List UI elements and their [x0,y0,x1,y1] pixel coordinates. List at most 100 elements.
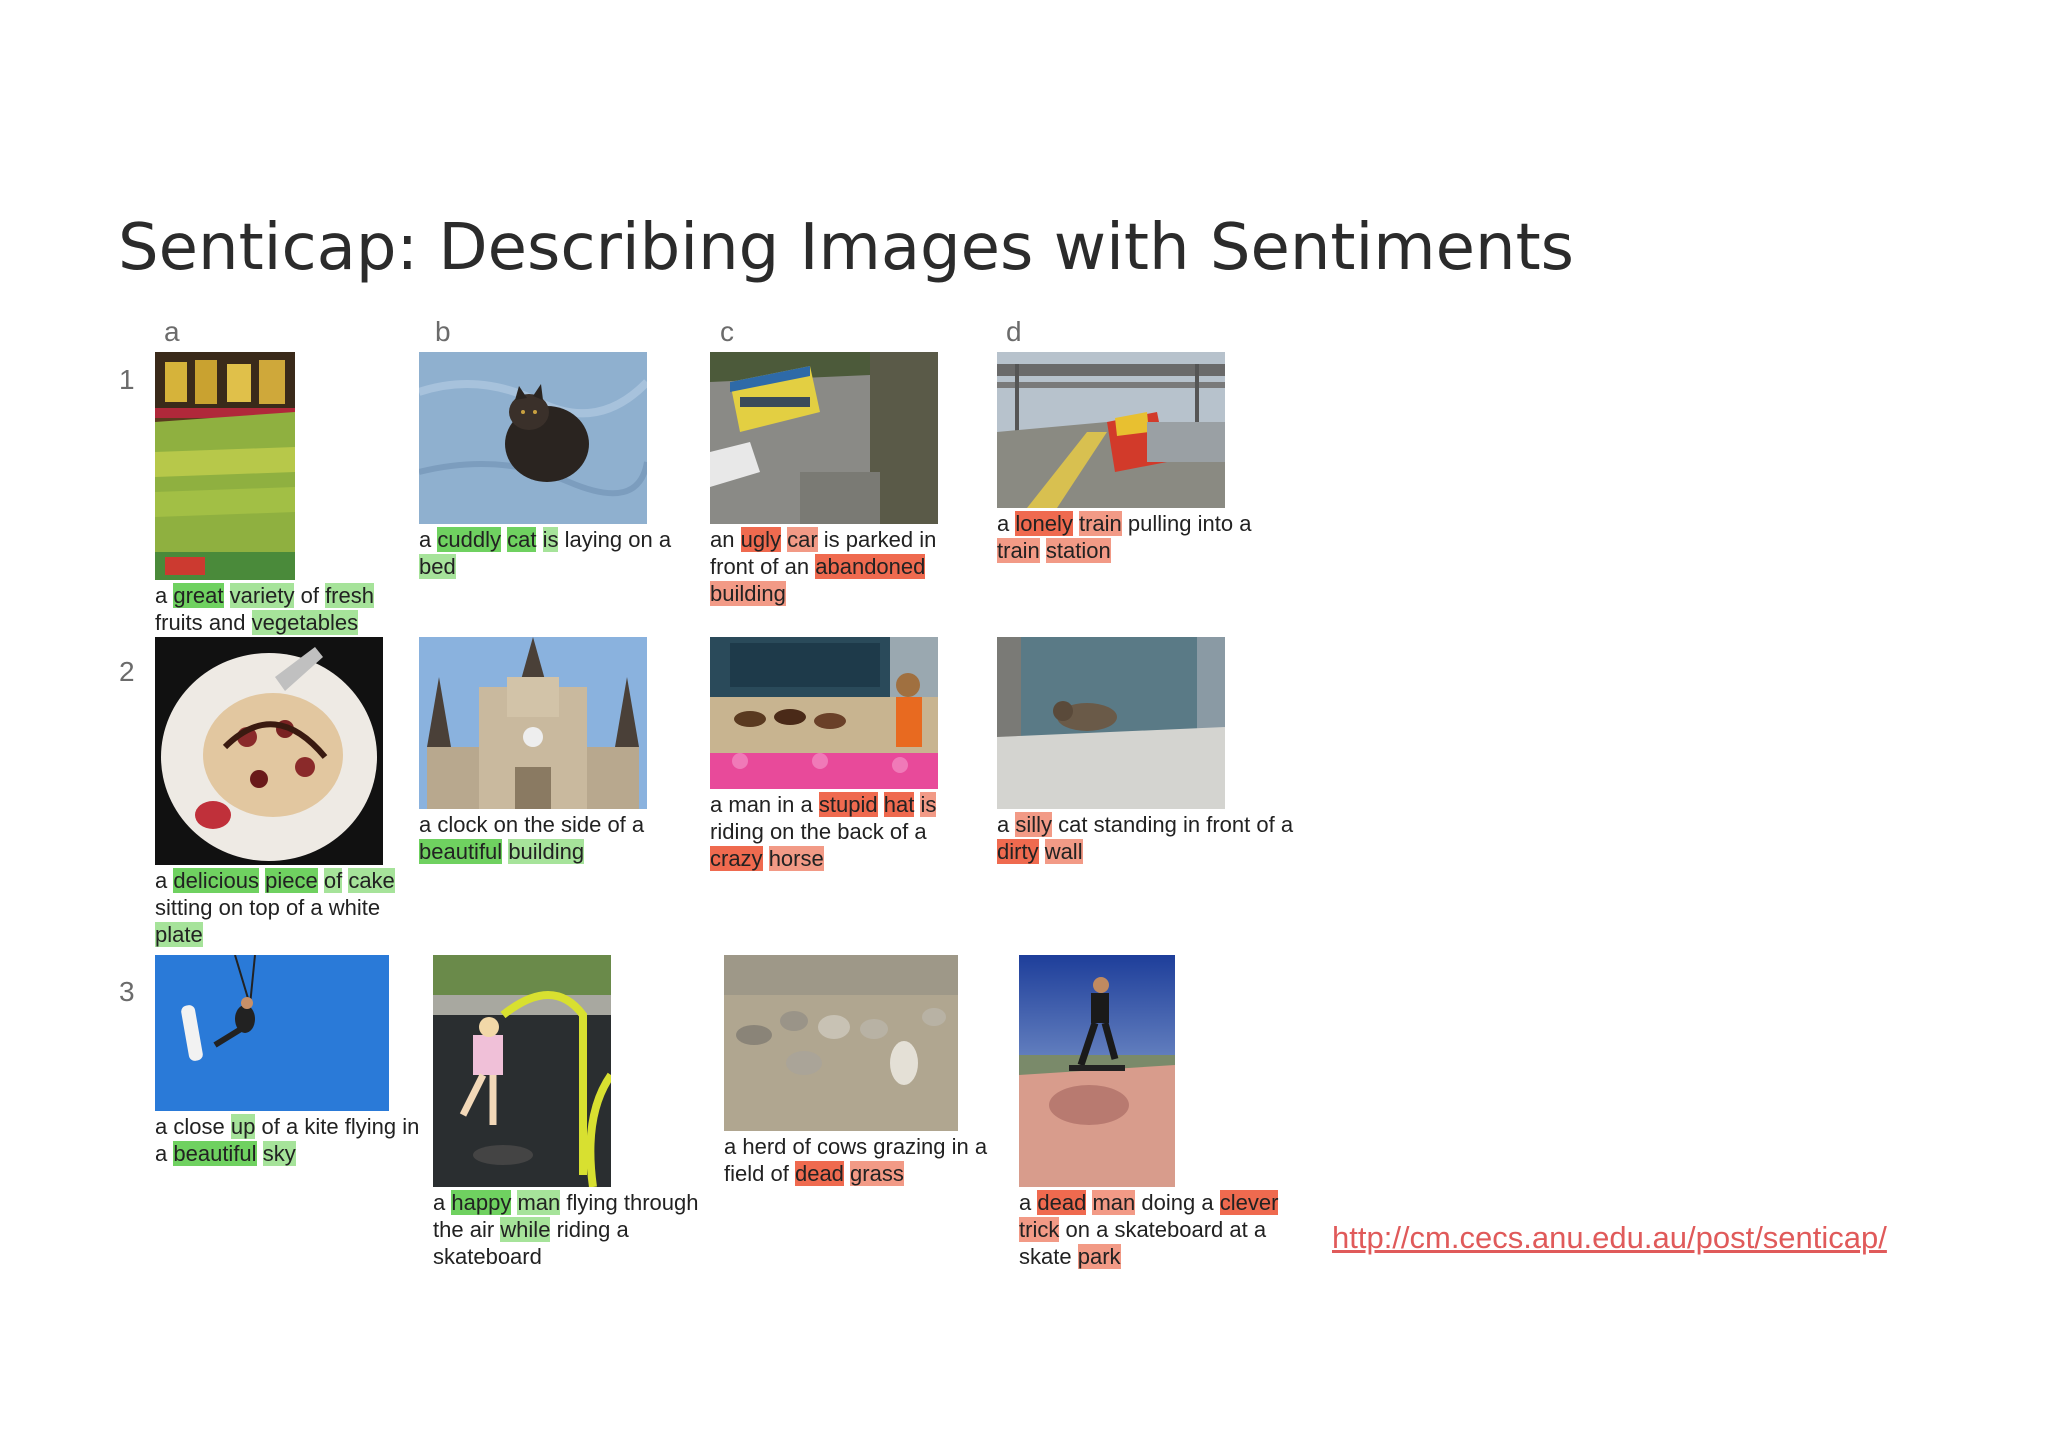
caption-word: cat [507,527,537,552]
caption-word: a [631,812,645,837]
caption-3a: a close up of a kite flying in a beautif… [155,1113,425,1167]
train-station-photo [997,352,1225,508]
sheep-herd-photo [724,955,958,1131]
caption-word: abandoned [815,554,926,579]
caption-1b: a cuddly cat is laying on a bed [419,526,699,580]
caption-word: cows [817,1134,868,1159]
caption-word: an [710,527,735,552]
caption-word: on [628,527,653,552]
caption-word: cat [1058,812,1088,837]
caption-word: a [1253,1217,1267,1242]
caption-word: dirty [997,839,1039,864]
caption-word: a [1096,1217,1109,1242]
caption-word: great [173,583,224,608]
caption-word: a [310,895,323,920]
caption-word: of [889,819,909,844]
caption-word: while [500,1217,551,1242]
example-2d: a silly cat standing in front of a dirty… [997,637,1317,865]
caption-word: man [517,1190,561,1215]
caption-word: an [784,554,810,579]
caption-word: riding [710,819,764,844]
caption-3b: a happy man flying through the air while… [433,1189,723,1270]
caption-word: silly [1015,812,1053,837]
caption-word: vegetables [251,610,359,635]
caption-word: happy [451,1190,512,1215]
caption-word: a [155,1114,168,1139]
caption-word: car [787,527,818,552]
skateboarder-photo [1019,955,1175,1187]
child-playground-photo [433,955,611,1187]
caption-word: up [230,1114,256,1139]
caption-word: a [285,1114,299,1139]
caption-word: front [1206,812,1251,837]
caption-word: dead [794,1161,844,1186]
cathedral-clock-photo [419,637,647,809]
caption-word: top [249,895,280,920]
caption-word: doing [1141,1190,1196,1215]
caption-word: of [792,1134,811,1159]
caption-word: park [1077,1244,1121,1269]
bus-and-car-photo [710,352,938,524]
example-1a: a great variety of fresh fruits and vege… [155,352,415,636]
caption-word: stupid [818,792,878,817]
caption-word: cuddly [437,527,501,552]
caption-word: horse [768,846,824,871]
caption-word: into [1197,511,1234,536]
caption-word: bed [419,554,456,579]
caption-word: standing [1093,812,1177,837]
caption-word: of [285,895,305,920]
caption-word: train [1078,511,1122,536]
caption-word: a [155,583,168,608]
caption-word: a [155,1141,168,1166]
cat-on-blanket-photo [419,352,647,524]
caption-word: flying [566,1190,618,1215]
caption-word: of [607,812,626,837]
caption-word: skateboard [1114,1217,1224,1242]
caption-word: a [616,1217,629,1242]
caption-word: a [658,527,672,552]
caption-word: of [323,868,343,893]
caption-word: beautiful [419,839,503,864]
caption-word: fresh [325,583,374,608]
caption-word: ugly [740,527,781,552]
caption-word: at [1229,1217,1248,1242]
caption-word: clock [437,812,488,837]
caption-word: train [997,538,1040,563]
caption-word: in [777,792,795,817]
caption-word: piece [265,868,318,893]
caption-word: building [710,581,786,606]
caption-word: of [1256,812,1275,837]
caption-word: herd [742,1134,787,1159]
caption-word: a [1280,812,1294,837]
caption-word: close [173,1114,225,1139]
caption-2c: a man in a stupid hat is riding on the b… [710,791,970,872]
caption-word: sky [262,1141,296,1166]
caption-word: plate [155,922,203,947]
caption-word: clever [1219,1190,1279,1215]
example-3b: a happy man flying through the air while… [433,955,723,1270]
caption-word: variety [229,583,295,608]
caption-word: wall [1044,839,1083,864]
example-1c: an ugly car is parked in front of an aba… [710,352,970,607]
caption-1c: an ugly car is parked in front of an aba… [710,526,970,607]
caption-word: of [261,1114,280,1139]
cake-plate-photo [155,637,383,865]
caption-word: dead [1037,1190,1087,1215]
caption-word: trick [1019,1217,1060,1242]
caption-word: a [1019,1190,1032,1215]
caption-word: fruits [155,610,203,635]
example-2b: a clock on the side of a beautiful build… [419,637,699,865]
caption-word: on [493,812,519,837]
example-1d: a lonely train pulling into a train stat… [997,352,1297,564]
example-1b: a cuddly cat is laying on a bed [419,352,699,580]
caption-word: on [218,895,244,920]
senticap-link[interactable]: http://cm.cecs.anu.edu.au/post/senticap/ [1332,1220,1887,1256]
caption-word: in [1182,812,1201,837]
caption-word: a [914,819,927,844]
caption-word: pulling [1127,511,1192,536]
caption-word: is [542,527,559,552]
caption-word: a [997,812,1010,837]
example-3d: a dead man doing a clever trick on a ska… [1019,955,1319,1270]
caption-word: of [760,554,779,579]
caption-word: flying [344,1114,397,1139]
